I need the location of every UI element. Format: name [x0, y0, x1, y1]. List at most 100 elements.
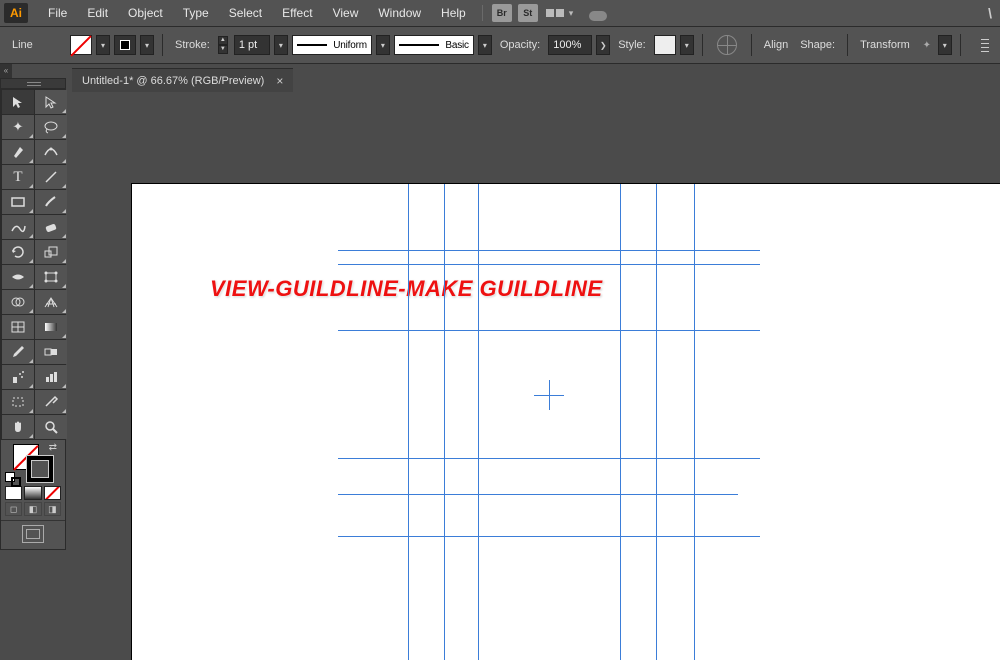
profile-dropdown[interactable]: ▾ [376, 35, 390, 55]
opacity-field[interactable]: 100% [548, 35, 592, 55]
color-mode-solid[interactable] [5, 486, 22, 500]
menu-view[interactable]: View [323, 2, 369, 24]
guide-horizontal[interactable] [338, 494, 738, 495]
guide-horizontal[interactable] [338, 264, 760, 265]
fill-dropdown[interactable]: ▾ [96, 35, 110, 55]
window-control[interactable]: \ [984, 5, 996, 21]
tool-artboard[interactable] [2, 390, 34, 414]
fill-stroke-selector[interactable]: ⇄ [1, 440, 65, 482]
tool-mesh[interactable] [2, 315, 34, 339]
brush-definition[interactable]: Basic [394, 35, 474, 55]
guide-horizontal[interactable] [338, 330, 760, 331]
document-tab[interactable]: Untitled-1* @ 66.67% (RGB/Preview) × [72, 68, 293, 92]
canvas-area[interactable]: VIEW-GUILDLINE-MAKE GUILDLINE [72, 92, 1000, 660]
draw-behind-icon[interactable]: ◧ [24, 502, 41, 516]
swap-fill-stroke-icon[interactable]: ⇄ [49, 442, 57, 453]
transform-pin-icon[interactable]: ✦ [920, 38, 934, 52]
tool-rotate[interactable] [2, 240, 34, 264]
tool-selection[interactable] [2, 90, 34, 114]
transform-dropdown[interactable]: ▾ [938, 35, 952, 55]
tool-line-segment[interactable] [35, 165, 67, 189]
menu-effect[interactable]: Effect [272, 2, 322, 24]
stroke-color-well[interactable] [27, 456, 53, 482]
tool-width[interactable] [2, 265, 34, 289]
guide-vertical[interactable] [620, 184, 621, 660]
control-panel-menu-icon[interactable] [977, 35, 993, 56]
tool-zoom[interactable] [35, 415, 67, 439]
tool-direct-selection[interactable] [35, 90, 67, 114]
color-mode-none[interactable] [44, 486, 61, 500]
tool-paintbrush[interactable] [35, 190, 67, 214]
menu-type[interactable]: Type [173, 2, 219, 24]
draw-normal-icon[interactable]: ◻ [5, 502, 22, 516]
menu-window[interactable]: Window [368, 2, 431, 24]
guide-vertical[interactable] [694, 184, 695, 660]
opacity-dropdown[interactable]: ❯ [596, 35, 610, 55]
recolor-artwork-icon[interactable] [717, 35, 737, 55]
guide-vertical[interactable] [656, 184, 657, 660]
tool-shaper[interactable] [2, 215, 34, 239]
tool-pen[interactable] [2, 140, 34, 164]
guide-horizontal[interactable] [338, 250, 760, 251]
menu-file[interactable]: File [38, 2, 77, 24]
tool-type[interactable]: T [2, 165, 34, 189]
draw-inside-icon[interactable]: ◨ [44, 502, 61, 516]
stroke-label[interactable]: Stroke: [171, 39, 214, 51]
stroke-weight-field[interactable]: 1 pt [234, 35, 270, 55]
tool-rectangle[interactable] [2, 190, 34, 214]
tool-blend[interactable] [35, 340, 67, 364]
tool-magic-wand[interactable]: ✦ [2, 115, 34, 139]
color-mode-gradient[interactable] [24, 486, 41, 500]
menu-object[interactable]: Object [118, 2, 173, 24]
stroke-weight-stepper[interactable]: ▲▼ [218, 36, 228, 54]
tool-slice[interactable] [35, 390, 67, 414]
tool-hand[interactable] [2, 415, 34, 439]
stock-icon[interactable]: St [518, 4, 538, 22]
bridge-icon[interactable]: Br [492, 4, 512, 22]
menu-edit[interactable]: Edit [77, 2, 118, 24]
align-label[interactable]: Align [760, 39, 792, 51]
fill-swatch[interactable] [70, 35, 92, 55]
profile-label: Uniform [333, 40, 367, 51]
close-tab-icon[interactable]: × [276, 74, 283, 88]
tool-curvature[interactable] [35, 140, 67, 164]
menu-select[interactable]: Select [219, 2, 272, 24]
guide-horizontal[interactable] [338, 536, 760, 537]
tool-scale[interactable] [35, 240, 67, 264]
style-label: Style: [614, 39, 650, 51]
transform-label[interactable]: Transform [856, 39, 914, 51]
menu-help[interactable]: Help [431, 2, 476, 24]
guide-vertical[interactable] [478, 184, 479, 660]
annotation-text: VIEW-GUILDLINE-MAKE GUILDLINE [210, 276, 603, 302]
tool-eyedropper[interactable] [2, 340, 34, 364]
guide-vertical[interactable] [444, 184, 445, 660]
graphic-style-swatch[interactable] [654, 35, 676, 55]
tool-lasso[interactable] [35, 115, 67, 139]
tool-column-graph[interactable] [35, 365, 67, 389]
separator [847, 34, 848, 56]
stroke-dropdown[interactable]: ▾ [140, 35, 154, 55]
stroke-swatch[interactable] [114, 35, 136, 55]
tools-panel: ✦ T [0, 78, 66, 550]
brush-label: Basic [445, 40, 468, 51]
tools-panel-grip[interactable] [1, 79, 65, 89]
screen-mode-button[interactable] [22, 525, 44, 543]
guide-vertical[interactable] [408, 184, 409, 660]
tool-free-transform[interactable] [35, 265, 67, 289]
gpu-preview-icon[interactable] [587, 5, 609, 21]
guide-horizontal[interactable] [338, 458, 760, 459]
tool-eraser[interactable] [35, 215, 67, 239]
arrange-documents-button[interactable]: ▾ [545, 8, 574, 19]
tool-symbol-sprayer[interactable] [2, 365, 34, 389]
app-logo: Ai [4, 3, 28, 23]
shape-label[interactable]: Shape: [796, 39, 839, 51]
variable-width-profile[interactable]: Uniform [292, 35, 372, 55]
opacity-label[interactable]: Opacity: [496, 39, 544, 51]
tool-gradient[interactable] [35, 315, 67, 339]
style-dropdown[interactable]: ▾ [680, 35, 694, 55]
tool-perspective-grid[interactable] [35, 290, 67, 314]
tool-shape-builder[interactable] [2, 290, 34, 314]
brush-dropdown[interactable]: ▾ [478, 35, 492, 55]
panel-collapse-toggle[interactable]: « [0, 64, 12, 78]
stroke-weight-dropdown[interactable]: ▾ [274, 35, 288, 55]
